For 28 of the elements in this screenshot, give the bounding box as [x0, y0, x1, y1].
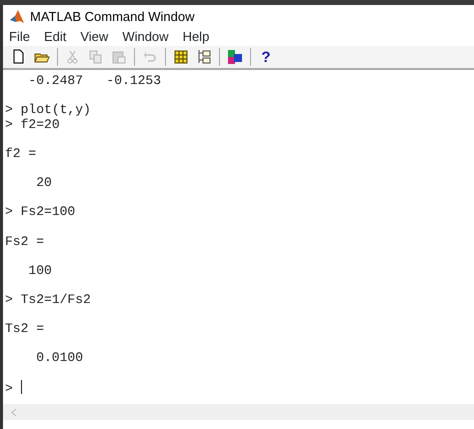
menu-item[interactable]: Help	[182, 27, 210, 47]
matlab-logo-icon	[9, 8, 25, 24]
prompt: >	[5, 381, 13, 396]
command-text: Ts2=1/Fs2	[20, 292, 91, 307]
menu-item[interactable]: File	[9, 27, 30, 47]
prompt: >	[5, 116, 13, 132]
horizontal-scrollbar[interactable]	[3, 404, 474, 420]
output-text: -0.2487 -0.1253	[27, 73, 162, 88]
colored-blocks-icon[interactable]	[225, 47, 245, 67]
window-title: MATLAB Command Window	[30, 8, 194, 26]
prompt: >	[5, 292, 13, 307]
output-text: 20	[35, 175, 52, 190]
output-text: 100	[27, 262, 52, 278]
text-cursor	[20, 380, 22, 394]
menu-item[interactable]: Edit	[44, 27, 66, 47]
output-text: 0.0100	[35, 350, 84, 366]
output-text: Fs2 =	[5, 234, 44, 249]
command-text: f2=20	[20, 116, 60, 132]
menu-item[interactable]: View	[80, 27, 108, 47]
scroll-left-icon[interactable]	[11, 408, 17, 416]
help-button[interactable]: ?	[256, 47, 276, 67]
output-text: Ts2 =	[5, 321, 44, 336]
command-text: plot(t,y)	[20, 102, 91, 118]
prompt: >	[5, 102, 13, 118]
command-text: Fs2=100	[20, 204, 76, 220]
prompt: >	[5, 204, 13, 220]
menu-item[interactable]: Window	[122, 27, 169, 47]
output-text: f2 =	[5, 146, 36, 161]
